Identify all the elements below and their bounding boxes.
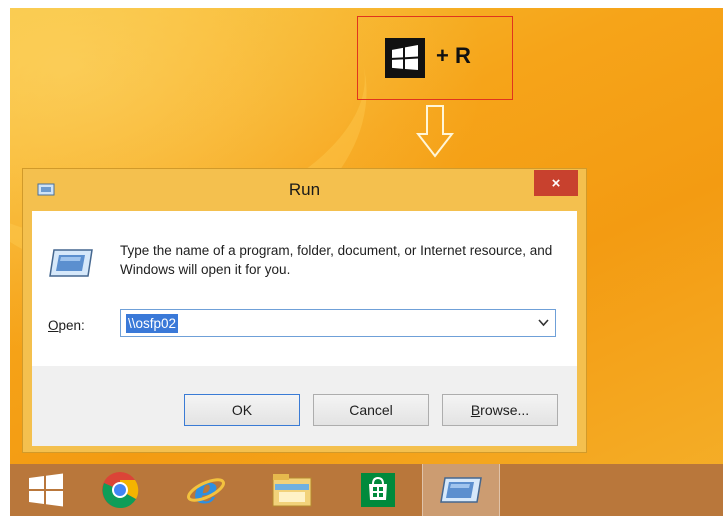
dialog-titlebar[interactable]: Run × (23, 169, 586, 211)
taskbar-chrome[interactable] (84, 464, 156, 516)
browse-button[interactable]: Browse... (442, 394, 558, 426)
browse-label-rest: rowse... (480, 402, 530, 418)
start-button[interactable] (10, 464, 82, 516)
open-label-rest: pen: (58, 318, 85, 333)
chevron-down-icon[interactable] (538, 316, 549, 330)
close-button[interactable]: × (534, 170, 578, 196)
internet-explorer-icon: e (187, 471, 225, 509)
ok-button[interactable]: OK (184, 394, 300, 426)
file-explorer-icon (272, 474, 312, 507)
store-icon (361, 473, 395, 507)
shortcut-text: + R (436, 43, 471, 68)
taskbar: e (10, 464, 723, 516)
down-arrow-icon (416, 105, 454, 158)
start-windows-icon (29, 473, 63, 507)
chrome-icon (102, 472, 139, 509)
open-combobox[interactable]: \\osfp02 (120, 309, 556, 337)
run-program-icon (440, 477, 482, 503)
dialog-content: Type the name of a program, folder, docu… (32, 211, 577, 366)
run-dialog: Run × Type the name of a program, folder… (22, 168, 587, 453)
browse-accel-letter: B (470, 402, 481, 418)
run-program-icon (49, 249, 93, 277)
windows-logo-icon (385, 38, 425, 78)
dialog-button-area: OK Cancel Browse... (32, 366, 577, 446)
svg-text:e: e (194, 471, 218, 509)
open-label: Open: (48, 318, 85, 333)
dialog-description: Type the name of a program, folder, docu… (120, 243, 553, 277)
taskbar-internet-explorer[interactable]: e (170, 464, 242, 516)
taskbar-file-explorer[interactable] (256, 464, 328, 516)
dialog-title: Run (288, 180, 321, 199)
shortcut-highlight-box (357, 16, 513, 100)
open-input-value[interactable]: \\osfp02 (126, 314, 179, 333)
taskbar-store[interactable] (342, 464, 414, 516)
taskbar-run[interactable] (422, 464, 500, 516)
open-accel-letter: O (48, 318, 59, 333)
cancel-button[interactable]: Cancel (313, 394, 429, 426)
